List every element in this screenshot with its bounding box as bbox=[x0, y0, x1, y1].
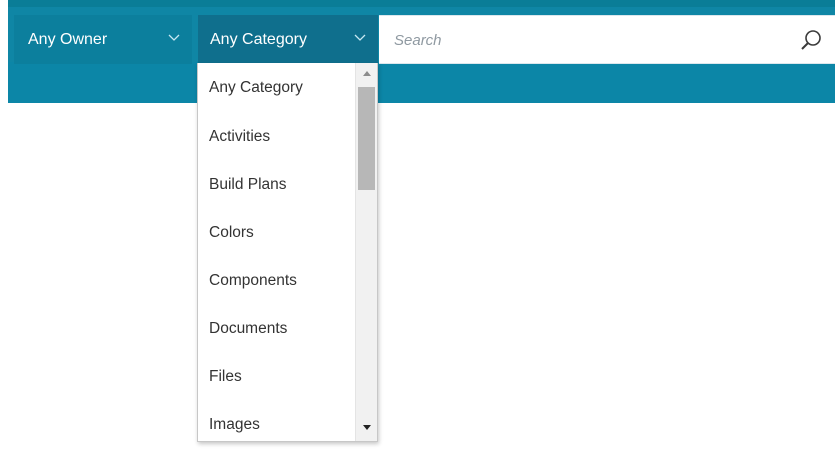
category-option[interactable]: Activities bbox=[198, 113, 355, 161]
scrollbar-thumb[interactable] bbox=[358, 87, 375, 190]
category-option[interactable]: Files bbox=[198, 353, 355, 401]
scroll-down-arrow-icon[interactable] bbox=[363, 425, 371, 430]
owner-filter-dropdown[interactable]: Any Owner bbox=[14, 15, 192, 64]
category-option[interactable]: Components bbox=[198, 257, 355, 305]
category-filter-dropdown[interactable]: Any Category bbox=[198, 15, 378, 64]
owner-filter-label: Any Owner bbox=[28, 30, 108, 48]
category-option[interactable]: Any Category bbox=[198, 63, 355, 113]
dropdown-scrollbar[interactable] bbox=[355, 63, 377, 441]
category-option[interactable]: Colors bbox=[198, 209, 355, 257]
category-filter-label: Any Category bbox=[210, 30, 307, 48]
category-dropdown-menu: Any Category Activities Build Plans Colo… bbox=[197, 63, 378, 442]
chevron-down-icon bbox=[168, 34, 180, 41]
chevron-down-icon bbox=[354, 34, 366, 41]
search-box bbox=[379, 15, 835, 64]
scroll-up-arrow-icon[interactable] bbox=[363, 71, 371, 76]
toolbar-lower-band bbox=[8, 62, 835, 103]
category-option-list: Any Category Activities Build Plans Colo… bbox=[198, 63, 355, 441]
search-input[interactable] bbox=[394, 28, 780, 52]
category-option[interactable]: Documents bbox=[198, 305, 355, 353]
category-option[interactable]: Build Plans bbox=[198, 161, 355, 209]
toolbar-top-strip bbox=[8, 0, 835, 7]
category-option[interactable]: Images bbox=[198, 401, 355, 441]
search-icon[interactable] bbox=[798, 28, 824, 54]
